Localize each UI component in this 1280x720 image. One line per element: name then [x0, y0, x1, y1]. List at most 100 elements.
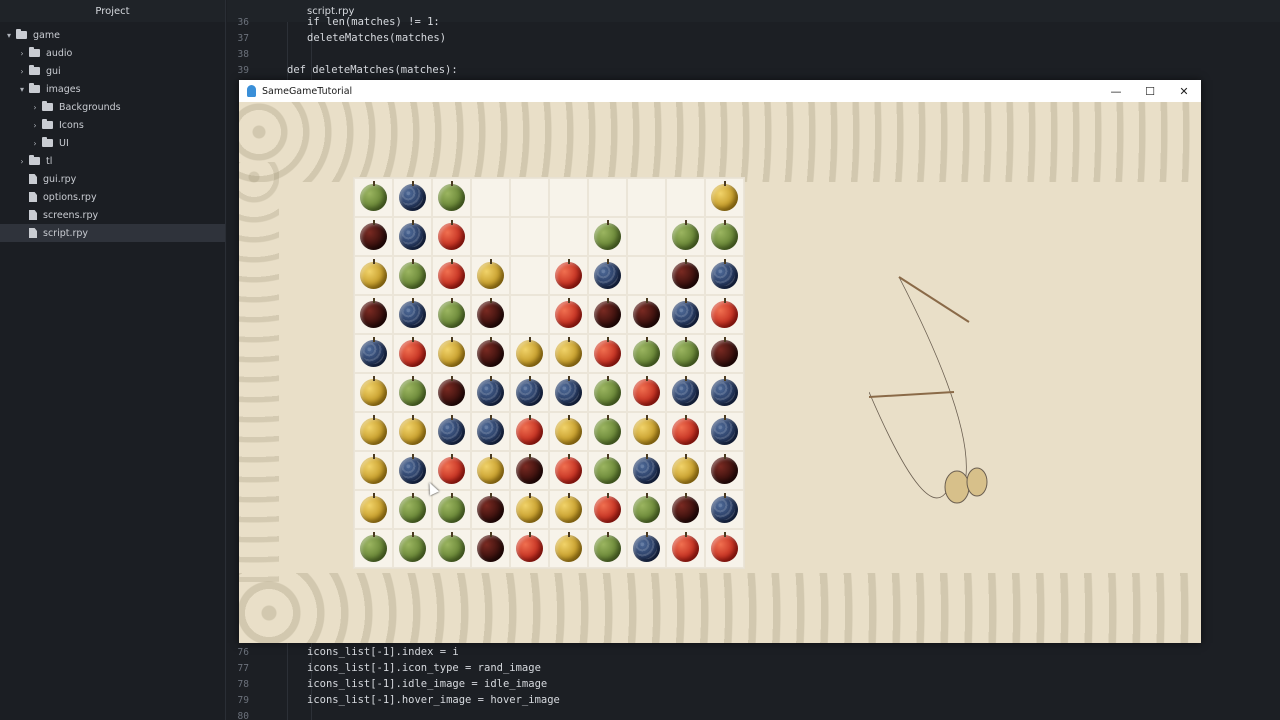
board-cell[interactable] [471, 256, 510, 295]
code-line[interactable]: 79 icons_list[-1].hover_image = hover_im… [227, 692, 1280, 708]
fruit-icon-dark[interactable] [711, 457, 738, 484]
board-cell[interactable] [627, 178, 666, 217]
board-cell[interactable] [627, 451, 666, 490]
fruit-icon-green[interactable] [399, 379, 426, 406]
board-cell[interactable] [549, 178, 588, 217]
fruit-icon-green[interactable] [711, 223, 738, 250]
fruit-icon-dark[interactable] [477, 496, 504, 523]
board-cell[interactable] [354, 373, 393, 412]
board-cell[interactable] [393, 529, 432, 568]
board-cell[interactable] [549, 529, 588, 568]
code-line[interactable]: 76 icons_list[-1].index = i [227, 644, 1280, 660]
fruit-icon-blue[interactable] [477, 418, 504, 445]
code-line[interactable]: 80 [227, 708, 1280, 720]
board-cell[interactable] [666, 529, 705, 568]
fruit-icon-dark[interactable] [516, 457, 543, 484]
board-cell[interactable] [354, 217, 393, 256]
board-cell[interactable] [666, 451, 705, 490]
game-canvas[interactable] [239, 102, 1201, 643]
fruit-icon-green[interactable] [438, 535, 465, 562]
board-cell[interactable] [549, 373, 588, 412]
fruit-icon-blue[interactable] [672, 301, 699, 328]
fruit-icon-red[interactable] [555, 262, 582, 289]
board-cell[interactable] [549, 256, 588, 295]
fruit-icon-yellow[interactable] [555, 496, 582, 523]
chevron-right-icon[interactable]: › [17, 157, 27, 166]
board-cell[interactable] [549, 490, 588, 529]
board-cell[interactable] [549, 217, 588, 256]
board-cell[interactable] [393, 295, 432, 334]
fruit-icon-red[interactable] [438, 262, 465, 289]
fruit-icon-dark[interactable] [672, 496, 699, 523]
fruit-icon-yellow[interactable] [360, 379, 387, 406]
board-cell[interactable] [666, 373, 705, 412]
tree-folder-item[interactable]: ▾ images [0, 80, 225, 98]
board-cell[interactable] [471, 490, 510, 529]
board-cell[interactable] [432, 373, 471, 412]
board-cell[interactable] [393, 334, 432, 373]
tree-folder-item[interactable]: › audio [0, 44, 225, 62]
board-cell[interactable] [432, 217, 471, 256]
board-cell[interactable] [354, 490, 393, 529]
board-cell[interactable] [471, 178, 510, 217]
fruit-icon-green[interactable] [438, 184, 465, 211]
board-cell[interactable] [705, 217, 744, 256]
board-cell[interactable] [354, 412, 393, 451]
fruit-icon-yellow[interactable] [555, 535, 582, 562]
board-cell[interactable] [510, 256, 549, 295]
fruit-icon-dark[interactable] [477, 535, 504, 562]
fruit-icon-blue[interactable] [594, 262, 621, 289]
board-cell[interactable] [705, 412, 744, 451]
fruit-icon-yellow[interactable] [555, 418, 582, 445]
board-cell[interactable] [549, 451, 588, 490]
board-cell[interactable] [666, 178, 705, 217]
fruit-icon-blue[interactable] [711, 496, 738, 523]
fruit-icon-yellow[interactable] [672, 457, 699, 484]
board-cell[interactable] [588, 256, 627, 295]
board-cell[interactable] [471, 451, 510, 490]
tree-folder-item[interactable]: › Icons [0, 116, 225, 134]
board-cell[interactable] [666, 334, 705, 373]
fruit-icon-red[interactable] [516, 535, 543, 562]
fruit-icon-blue[interactable] [633, 457, 660, 484]
tree-file-item[interactable]: options.rpy [0, 188, 225, 206]
board-cell[interactable] [393, 412, 432, 451]
fruit-icon-yellow[interactable] [360, 496, 387, 523]
board-cell[interactable] [627, 295, 666, 334]
fruit-icon-red[interactable] [633, 379, 660, 406]
board-cell[interactable] [588, 295, 627, 334]
fruit-icon-blue[interactable] [477, 379, 504, 406]
chevron-right-icon[interactable]: › [17, 49, 27, 58]
fruit-icon-dark[interactable] [360, 301, 387, 328]
tree-folder-item[interactable]: › tl [0, 152, 225, 170]
fruit-icon-blue[interactable] [516, 379, 543, 406]
fruit-icon-dark[interactable] [438, 379, 465, 406]
board-cell[interactable] [627, 529, 666, 568]
window-titlebar[interactable]: SameGameTutorial — ☐ ✕ [239, 80, 1201, 102]
fruit-icon-yellow[interactable] [555, 340, 582, 367]
fruit-icon-green[interactable] [594, 379, 621, 406]
fruit-icon-blue[interactable] [438, 418, 465, 445]
game-window[interactable]: SameGameTutorial — ☐ ✕ [239, 80, 1201, 643]
fruit-icon-dark[interactable] [477, 340, 504, 367]
fruit-icon-green[interactable] [594, 418, 621, 445]
board-cell[interactable] [627, 490, 666, 529]
board-cell[interactable] [432, 412, 471, 451]
tree-folder-item[interactable]: › Backgrounds [0, 98, 225, 116]
board-cell[interactable] [393, 217, 432, 256]
tree-file-item[interactable]: screens.rpy [0, 206, 225, 224]
board-cell[interactable] [666, 256, 705, 295]
board-cell[interactable] [705, 490, 744, 529]
board-cell[interactable] [510, 529, 549, 568]
board-cell[interactable] [510, 295, 549, 334]
board-cell[interactable] [705, 451, 744, 490]
board-cell[interactable] [510, 373, 549, 412]
board-cell[interactable] [588, 529, 627, 568]
chevron-right-icon[interactable]: › [30, 121, 40, 130]
fruit-icon-blue[interactable] [711, 262, 738, 289]
fruit-icon-red[interactable] [438, 457, 465, 484]
board-cell[interactable] [471, 295, 510, 334]
fruit-icon-yellow[interactable] [399, 418, 426, 445]
board-cell[interactable] [471, 373, 510, 412]
chevron-right-icon[interactable]: › [30, 103, 40, 112]
